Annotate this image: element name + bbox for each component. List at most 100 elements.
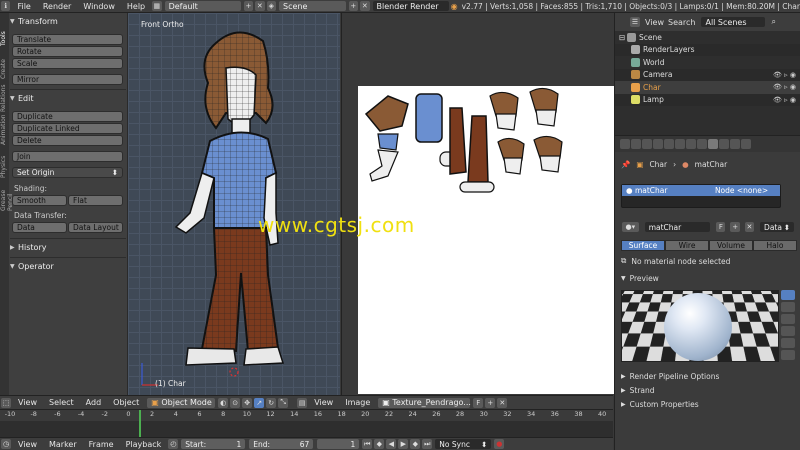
remove-layout-icon[interactable]: ✕: [255, 1, 265, 11]
image-browse-field[interactable]: ▣ Texture_Pendrago...: [378, 397, 471, 408]
hair-preview-icon[interactable]: [781, 338, 795, 348]
timeline-menu-frame[interactable]: Frame: [83, 440, 120, 449]
outliner-item-camera[interactable]: Camera 👁 ▹ ◉: [615, 68, 800, 81]
menu-select[interactable]: Select: [43, 398, 80, 407]
timeline-menu-marker[interactable]: Marker: [43, 440, 83, 449]
menu-file[interactable]: File: [11, 2, 36, 11]
duplicate-button[interactable]: Duplicate: [12, 111, 123, 122]
join-button[interactable]: Join: [12, 151, 123, 162]
mirror-button[interactable]: Mirror: [12, 74, 123, 85]
modifiers-tab-icon[interactable]: [686, 139, 696, 149]
tab-halo[interactable]: Halo: [753, 240, 797, 251]
custom-properties-panel-header[interactable]: ▶ Custom Properties: [621, 400, 796, 409]
tab-relations[interactable]: Relations: [0, 82, 7, 112]
sphere-preview-icon[interactable]: [781, 290, 795, 300]
viewport-shading-icon[interactable]: ◐: [218, 397, 229, 408]
menu-render[interactable]: Render: [37, 2, 77, 11]
texture-tab-icon[interactable]: [719, 139, 729, 149]
current-frame-field[interactable]: 1: [317, 439, 360, 449]
menu-view[interactable]: View: [12, 398, 43, 407]
scale-manipulator-icon[interactable]: ⤡: [278, 397, 289, 408]
flat-preview-icon[interactable]: [781, 302, 795, 312]
render-engine-dropdown[interactable]: Blender Render: [372, 1, 449, 11]
translate-button[interactable]: Translate: [12, 34, 123, 45]
visibility-toggles[interactable]: 👁 ▹ ◉: [773, 83, 796, 91]
mode-dropdown[interactable]: ▣ Object Mode: [147, 397, 216, 408]
monkey-preview-icon[interactable]: [781, 326, 795, 336]
browse-material-icon[interactable]: ●▾: [622, 222, 639, 232]
constraints-tab-icon[interactable]: [675, 139, 685, 149]
set-origin-dropdown[interactable]: Set Origin ⬍: [12, 167, 123, 178]
frame-ruler[interactable]: -10 -8 -6 -4 -2 0 2 4 6 8 10 12 14 16 18 20 22 24 26 28 30 32…: [0, 410, 613, 421]
particles-tab-icon[interactable]: [730, 139, 740, 149]
material-slot-row[interactable]: ● matChar Node <none>: [622, 185, 780, 196]
material-name-field[interactable]: matChar: [644, 222, 711, 232]
scale-button[interactable]: Scale: [12, 58, 123, 69]
object-tab-icon[interactable]: [664, 139, 674, 149]
fake-user-icon[interactable]: F: [716, 222, 726, 232]
data-layout-button[interactable]: Data Layout: [68, 222, 123, 233]
material-tab-icon[interactable]: [708, 139, 718, 149]
new-material-icon[interactable]: +: [730, 222, 740, 232]
search-icon[interactable]: ⌕: [771, 17, 775, 27]
strand-panel-header[interactable]: ▶ Strand: [621, 386, 796, 395]
screen-layout-field[interactable]: Default: [164, 1, 241, 11]
timeline[interactable]: -10 -8 -6 -4 -2 0 2 4 6 8 10 12 14 16 18 20 22 24 26 28 30 32…: [0, 409, 613, 438]
world-tab-icon[interactable]: [653, 139, 663, 149]
menu-add[interactable]: Add: [80, 398, 108, 407]
texture-canvas[interactable]: [358, 86, 614, 394]
outliner-item-world[interactable]: World: [615, 56, 800, 69]
3d-view-editor-icon[interactable]: ⬚: [1, 397, 11, 408]
image-menu-view[interactable]: View: [308, 398, 339, 407]
pin-icon[interactable]: 📌: [621, 160, 630, 169]
image-editor-type-icon[interactable]: ▤: [297, 397, 308, 408]
cube-preview-icon[interactable]: [781, 314, 795, 324]
display-mode-dropdown[interactable]: All Scenes: [701, 17, 766, 27]
fake-user-icon[interactable]: F: [473, 397, 484, 408]
data-button[interactable]: Data: [12, 222, 67, 233]
rotate-manipulator-icon[interactable]: ↻: [266, 397, 277, 408]
start-frame-field[interactable]: Start: 1: [181, 439, 246, 449]
menu-window[interactable]: Window: [77, 2, 121, 11]
jump-end-icon[interactable]: ⏭: [422, 439, 433, 449]
add-layout-icon[interactable]: +: [243, 1, 254, 11]
physics-tab-icon[interactable]: [741, 139, 751, 149]
play-reverse-icon[interactable]: ◀: [386, 439, 397, 449]
material-slot-list[interactable]: ● matChar Node <none>: [621, 184, 781, 208]
sync-dropdown[interactable]: No Sync ⬍: [435, 439, 492, 449]
outliner-search-menu[interactable]: Search: [668, 18, 695, 27]
tab-physics[interactable]: Physics: [0, 148, 7, 178]
scene-field[interactable]: Scene: [279, 1, 346, 11]
editor-type-icon[interactable]: ℹ: [1, 1, 11, 11]
layout-icon[interactable]: ▦: [152, 1, 162, 11]
edit-panel-header[interactable]: ▼ Edit: [10, 92, 126, 104]
operator-panel-header[interactable]: ▼ Operator: [10, 260, 126, 272]
outliner-editor-icon[interactable]: ☰: [630, 17, 640, 27]
record-icon[interactable]: ●: [494, 439, 505, 449]
outliner-item-lamp[interactable]: Lamp 👁 ▹ ◉: [615, 93, 800, 106]
end-frame-field[interactable]: End: 67: [249, 439, 314, 449]
preview-range-icon[interactable]: ◴: [168, 439, 179, 449]
outliner-view-menu[interactable]: View: [645, 18, 664, 27]
image-menu-image[interactable]: Image: [339, 398, 376, 407]
smooth-button[interactable]: Smooth: [12, 195, 67, 206]
link-dropdown[interactable]: Data ⬍: [760, 222, 795, 232]
duplicate-linked-button[interactable]: Duplicate Linked: [12, 123, 123, 134]
timeline-editor-icon[interactable]: ◷: [1, 439, 11, 449]
jump-start-icon[interactable]: ⏮: [362, 439, 373, 449]
add-scene-icon[interactable]: +: [348, 1, 359, 11]
tab-create[interactable]: Create: [0, 49, 7, 79]
manipulator-icon[interactable]: ✥: [242, 397, 253, 408]
outliner-item-scene[interactable]: ⊟ Scene: [615, 31, 800, 44]
play-icon[interactable]: ▶: [398, 439, 409, 449]
timeline-menu-view[interactable]: View: [12, 440, 43, 449]
preview-panel-header[interactable]: ▼ Preview: [621, 274, 796, 283]
transform-panel-header[interactable]: ▼ Transform: [10, 15, 126, 27]
menu-object[interactable]: Object: [107, 398, 145, 407]
outliner-item-renderlayers[interactable]: RenderLayers: [615, 43, 800, 56]
remove-scene-icon[interactable]: ✕: [360, 1, 370, 11]
skydome-preview-icon[interactable]: [781, 350, 795, 360]
tab-wire[interactable]: Wire: [665, 240, 709, 251]
render-pipeline-panel-header[interactable]: ▶ Render Pipeline Options: [621, 372, 796, 381]
prev-keyframe-icon[interactable]: ◆: [374, 439, 385, 449]
